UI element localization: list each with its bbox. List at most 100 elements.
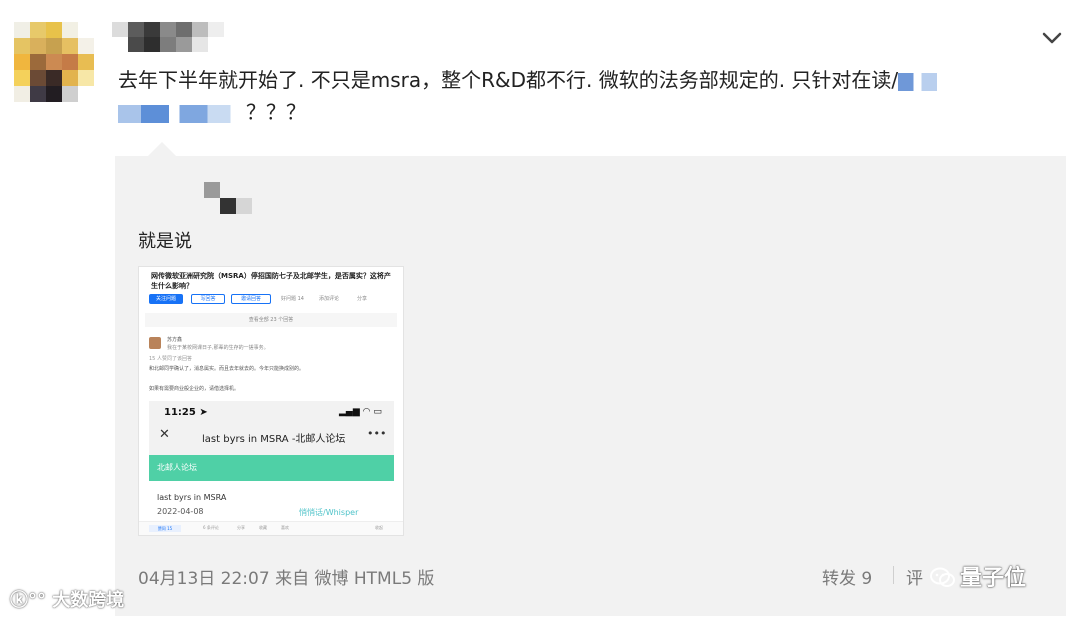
username-pixel: [144, 22, 160, 37]
avatar-pixel: [30, 86, 46, 102]
upvote-note: 15 人赞同了该回答: [149, 356, 192, 362]
avatar-pixel: [62, 54, 78, 70]
brand-logo-icon: ⓚ°°: [10, 590, 46, 611]
avatar-pixel: [46, 22, 62, 38]
share-action: 分享: [237, 525, 245, 530]
write-answer-button: 写回答: [191, 294, 225, 304]
username-pixel: [160, 22, 176, 37]
username-pixel: [192, 37, 208, 52]
avatar-pixel: [30, 38, 46, 54]
post-meta: 04月13日 22:07 来自 微博 HTML5 版: [138, 564, 434, 589]
more-icon: •••: [367, 427, 387, 440]
forum-bar: 北邮人论坛: [149, 455, 394, 481]
username-pixel: [128, 37, 144, 52]
avatar-pixel: [14, 38, 30, 54]
avatar-pixel: [46, 86, 62, 102]
action-divider: [893, 566, 894, 584]
avatar-pixel: [62, 38, 78, 54]
answer-line-1: 和北邮同学确认了，消息属实。而且去年就去的。今年只能换成别的。: [149, 366, 305, 372]
avatar-pixel: [78, 54, 94, 70]
repost-username-pixel: [204, 198, 220, 214]
question-meta: 好问题 14: [281, 296, 304, 302]
repost-username-pixel: [188, 198, 204, 214]
phone-nav-title: last byrs in MSRA -北邮人论坛: [202, 434, 346, 445]
avatar-pixel: [62, 86, 78, 102]
like-action: 喜欢: [281, 525, 289, 530]
repost-username-blurred[interactable]: [188, 182, 268, 214]
username-pixel: [208, 22, 224, 37]
answerer-name: 苏方鑫: [167, 337, 183, 343]
phone-time: 11:25 ➤: [164, 407, 208, 418]
answerer-avatar: [149, 337, 161, 349]
watermark-left: ⓚ°° 大数跨境: [10, 590, 125, 611]
repost-text: 就是说: [138, 231, 192, 252]
avatar-pixel: [14, 22, 30, 38]
avatar-pixel: [78, 22, 94, 38]
repost-username-pixel: [220, 182, 236, 198]
forum-post-title: last byrs in MSRA: [157, 493, 227, 502]
post-timestamp[interactable]: 04月13日 22:07: [138, 569, 270, 589]
username-pixel: [144, 37, 160, 52]
avatar-pixel: [62, 70, 78, 86]
avatar-pixel: [46, 38, 62, 54]
phone-screenshot: 11:25 ➤ ▂▄▆ ◠ ▭ ✕ last byrs in MSRA -北邮人…: [149, 401, 394, 535]
comment-button[interactable]: 评: [906, 564, 923, 589]
avatar-pixel: [78, 86, 94, 102]
watermark-right: 量子位: [930, 560, 1026, 592]
username-pixel: [208, 37, 224, 52]
avatar-pixel: [78, 38, 94, 54]
comments-count: 6 条评论: [203, 525, 219, 530]
answer-line-2: 如果有需要商业般企业的，请借选择机。: [149, 386, 240, 392]
close-icon: ✕: [159, 427, 170, 442]
repost-notch: [148, 142, 176, 156]
repost-username-pixel: [220, 198, 236, 214]
username-blurred[interactable]: [112, 22, 224, 52]
repost-username-pixel: [236, 198, 252, 214]
answerer-bio: 我在于某校网课日子,那辈的生存的一搓事务。: [167, 345, 269, 351]
repost-username-pixel: [188, 182, 204, 198]
signal-icon: ▂▄▆: [339, 407, 360, 417]
battery-icon: ▭: [373, 407, 382, 417]
chevron-down-icon[interactable]: [1040, 26, 1064, 50]
username-pixel: [128, 22, 144, 37]
avatar-pixel: [30, 70, 46, 86]
repost-username-pixel: [252, 182, 268, 198]
avatar-pixel: [46, 54, 62, 70]
question-title: 网传微软亚洲研究院（MSRA）停招国防七子及北邮学生，是否属实？这将产生什么影响…: [151, 272, 391, 290]
repost-username-pixel: [252, 198, 268, 214]
wifi-icon: ◠: [362, 407, 371, 417]
username-pixel: [112, 37, 128, 52]
redacted-text: [898, 72, 951, 91]
username-pixel: [176, 22, 192, 37]
follow-question-button: 关注问题: [149, 294, 183, 304]
avatar-pixel: [78, 70, 94, 86]
username-pixel: [176, 37, 192, 52]
location-arrow-icon: ➤: [199, 407, 208, 418]
forum-post-date: 2022-04-08: [157, 507, 204, 516]
repost-count-button[interactable]: 转发 9: [822, 564, 872, 589]
username-pixel: [192, 22, 208, 37]
status-icons: ▂▄▆ ◠ ▭: [339, 407, 382, 417]
embedded-screenshot[interactable]: 网传微软亚洲研究院（MSRA）停招国防七子及北邮学生，是否属实？这将产生什么影响…: [138, 266, 404, 536]
post-text-line2-suffix: ？？？: [246, 100, 306, 124]
avatar-pixel: [14, 86, 30, 102]
forum-name: 北邮人论坛: [157, 463, 197, 472]
post-text: 去年下半年就开始了. 不只是msra，整个R&D都不行. 微软的法务部规定的. …: [118, 64, 1038, 128]
avatar-pixel: [14, 70, 30, 86]
forum-board: 悄悄话/Whisper: [299, 508, 359, 517]
avatar-pixel: [46, 70, 62, 86]
username-pixel: [160, 37, 176, 52]
avatar-pixel: [30, 22, 46, 38]
post-source: 来自 微博 HTML5 版: [275, 569, 435, 589]
post-text-line1: 去年下半年就开始了. 不只是msra，整个R&D都不行. 微软的法务部规定的. …: [118, 68, 899, 92]
redacted-text: [118, 104, 246, 123]
avatar-pixel: [14, 54, 30, 70]
invite-answer-button: 邀请回答: [231, 294, 271, 304]
view-all-answers: 查看全部 23 个回答: [145, 313, 397, 327]
agree-button: 赞同 15: [149, 525, 181, 532]
wechat-icon: [930, 567, 955, 587]
avatar-pixel: [62, 22, 78, 38]
avatar[interactable]: [14, 22, 94, 102]
add-comment: 添加评论: [319, 296, 340, 302]
favorite-action: 收藏: [259, 525, 267, 530]
